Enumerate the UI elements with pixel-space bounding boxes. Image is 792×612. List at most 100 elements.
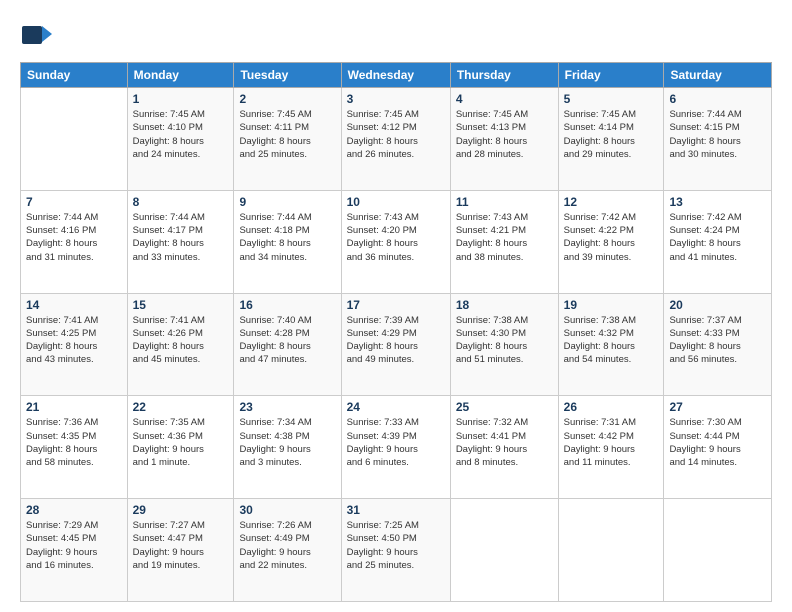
calendar-cell: 30 Sunrise: 7:26 AM Sunset: 4:49 PM Dayli… [234,499,341,602]
calendar-cell: 13 Sunrise: 7:42 AM Sunset: 4:24 PM Dayli… [664,190,772,293]
calendar-cell [664,499,772,602]
calendar-cell: 28 Sunrise: 7:29 AM Sunset: 4:45 PM Dayli… [21,499,128,602]
day-number: 18 [456,298,553,312]
day-number: 14 [26,298,122,312]
day-number: 17 [347,298,445,312]
calendar-cell: 26 Sunrise: 7:31 AM Sunset: 4:42 PM Dayli… [558,396,664,499]
calendar-cell: 6 Sunrise: 7:44 AM Sunset: 4:15 PM Daylig… [664,88,772,191]
day-info: Sunrise: 7:43 AM Sunset: 4:21 PM Dayligh… [456,211,553,264]
day-number: 3 [347,92,445,106]
day-number: 26 [564,400,659,414]
day-info: Sunrise: 7:39 AM Sunset: 4:29 PM Dayligh… [347,314,445,367]
calendar-cell: 5Sunrise: 7:45 AM Sunset: 4:14 PM Daylig… [558,88,664,191]
day-number: 10 [347,195,445,209]
calendar-cell: 25 Sunrise: 7:32 AM Sunset: 4:41 PM Dayli… [450,396,558,499]
calendar-header-cell: Saturday [664,63,772,88]
day-info: Sunrise: 7:27 AM Sunset: 4:47 PM Dayligh… [133,519,229,572]
day-number: 28 [26,503,122,517]
calendar-cell: 1Sunrise: 7:45 AM Sunset: 4:10 PM Daylig… [127,88,234,191]
calendar-cell: 3 Sunrise: 7:45 AM Sunset: 4:12 PM Daylig… [341,88,450,191]
calendar-week-row: 14 Sunrise: 7:41 AM Sunset: 4:25 PM Dayli… [21,293,772,396]
calendar-cell: 9 Sunrise: 7:44 AM Sunset: 4:18 PM Daylig… [234,190,341,293]
logo [20,16,60,52]
calendar-cell: 17 Sunrise: 7:39 AM Sunset: 4:29 PM Dayli… [341,293,450,396]
day-number: 22 [133,400,229,414]
day-info: Sunrise: 7:44 AM Sunset: 4:16 PM Dayligh… [26,211,122,264]
calendar-header-row: SundayMondayTuesdayWednesdayThursdayFrid… [21,63,772,88]
day-number: 1 [133,92,229,106]
calendar-header-cell: Sunday [21,63,128,88]
day-number: 4 [456,92,553,106]
calendar-cell: 19 Sunrise: 7:38 AM Sunset: 4:32 PM Dayli… [558,293,664,396]
day-info: Sunrise: 7:45 AM Sunset: 4:11 PM Dayligh… [239,108,335,161]
calendar-cell: 22 Sunrise: 7:35 AM Sunset: 4:36 PM Dayli… [127,396,234,499]
day-info: Sunrise: 7:37 AM Sunset: 4:33 PM Dayligh… [669,314,766,367]
day-number: 21 [26,400,122,414]
day-number: 23 [239,400,335,414]
day-info: Sunrise: 7:45 AM Sunset: 4:14 PM Dayligh… [564,108,659,161]
day-info: Sunrise: 7:26 AM Sunset: 4:49 PM Dayligh… [239,519,335,572]
calendar-header-cell: Monday [127,63,234,88]
day-number: 27 [669,400,766,414]
calendar-week-row: 28 Sunrise: 7:29 AM Sunset: 4:45 PM Dayli… [21,499,772,602]
page: SundayMondayTuesdayWednesdayThursdayFrid… [0,0,792,612]
day-info: Sunrise: 7:42 AM Sunset: 4:24 PM Dayligh… [669,211,766,264]
calendar-cell [21,88,128,191]
day-number: 25 [456,400,553,414]
day-info: Sunrise: 7:43 AM Sunset: 4:20 PM Dayligh… [347,211,445,264]
calendar-week-row: 1Sunrise: 7:45 AM Sunset: 4:10 PM Daylig… [21,88,772,191]
calendar-cell: 23 Sunrise: 7:34 AM Sunset: 4:38 PM Dayli… [234,396,341,499]
day-number: 30 [239,503,335,517]
day-number: 9 [239,195,335,209]
day-number: 13 [669,195,766,209]
day-number: 31 [347,503,445,517]
day-number: 15 [133,298,229,312]
calendar-cell: 10 Sunrise: 7:43 AM Sunset: 4:20 PM Dayli… [341,190,450,293]
day-info: Sunrise: 7:45 AM Sunset: 4:13 PM Dayligh… [456,108,553,161]
day-number: 7 [26,195,122,209]
calendar-week-row: 7 Sunrise: 7:44 AM Sunset: 4:16 PM Daylig… [21,190,772,293]
header [20,16,772,52]
calendar-table: SundayMondayTuesdayWednesdayThursdayFrid… [20,62,772,602]
day-info: Sunrise: 7:36 AM Sunset: 4:35 PM Dayligh… [26,416,122,469]
day-number: 19 [564,298,659,312]
calendar-cell [558,499,664,602]
calendar-cell: 24 Sunrise: 7:33 AM Sunset: 4:39 PM Dayli… [341,396,450,499]
day-number: 12 [564,195,659,209]
calendar-header-cell: Friday [558,63,664,88]
calendar-cell: 21 Sunrise: 7:36 AM Sunset: 4:35 PM Dayli… [21,396,128,499]
calendar-header-cell: Thursday [450,63,558,88]
calendar-header-cell: Wednesday [341,63,450,88]
day-info: Sunrise: 7:45 AM Sunset: 4:12 PM Dayligh… [347,108,445,161]
day-info: Sunrise: 7:42 AM Sunset: 4:22 PM Dayligh… [564,211,659,264]
logo-icon [20,16,56,52]
day-info: Sunrise: 7:29 AM Sunset: 4:45 PM Dayligh… [26,519,122,572]
day-info: Sunrise: 7:32 AM Sunset: 4:41 PM Dayligh… [456,416,553,469]
calendar-cell: 15 Sunrise: 7:41 AM Sunset: 4:26 PM Dayli… [127,293,234,396]
day-number: 24 [347,400,445,414]
day-info: Sunrise: 7:44 AM Sunset: 4:17 PM Dayligh… [133,211,229,264]
day-number: 6 [669,92,766,106]
day-info: Sunrise: 7:44 AM Sunset: 4:18 PM Dayligh… [239,211,335,264]
calendar-body: 1Sunrise: 7:45 AM Sunset: 4:10 PM Daylig… [21,88,772,602]
day-info: Sunrise: 7:40 AM Sunset: 4:28 PM Dayligh… [239,314,335,367]
day-info: Sunrise: 7:34 AM Sunset: 4:38 PM Dayligh… [239,416,335,469]
day-info: Sunrise: 7:44 AM Sunset: 4:15 PM Dayligh… [669,108,766,161]
calendar-header-cell: Tuesday [234,63,341,88]
calendar-cell: 16Sunrise: 7:40 AM Sunset: 4:28 PM Dayli… [234,293,341,396]
day-info: Sunrise: 7:38 AM Sunset: 4:32 PM Dayligh… [564,314,659,367]
day-info: Sunrise: 7:30 AM Sunset: 4:44 PM Dayligh… [669,416,766,469]
calendar-cell: 7 Sunrise: 7:44 AM Sunset: 4:16 PM Daylig… [21,190,128,293]
calendar-cell: 2Sunrise: 7:45 AM Sunset: 4:11 PM Daylig… [234,88,341,191]
day-number: 29 [133,503,229,517]
day-info: Sunrise: 7:41 AM Sunset: 4:26 PM Dayligh… [133,314,229,367]
calendar-cell [450,499,558,602]
day-info: Sunrise: 7:35 AM Sunset: 4:36 PM Dayligh… [133,416,229,469]
day-info: Sunrise: 7:31 AM Sunset: 4:42 PM Dayligh… [564,416,659,469]
day-info: Sunrise: 7:41 AM Sunset: 4:25 PM Dayligh… [26,314,122,367]
day-number: 8 [133,195,229,209]
day-info: Sunrise: 7:33 AM Sunset: 4:39 PM Dayligh… [347,416,445,469]
calendar-cell: 29 Sunrise: 7:27 AM Sunset: 4:47 PM Dayli… [127,499,234,602]
day-number: 20 [669,298,766,312]
calendar-cell: 20 Sunrise: 7:37 AM Sunset: 4:33 PM Dayli… [664,293,772,396]
